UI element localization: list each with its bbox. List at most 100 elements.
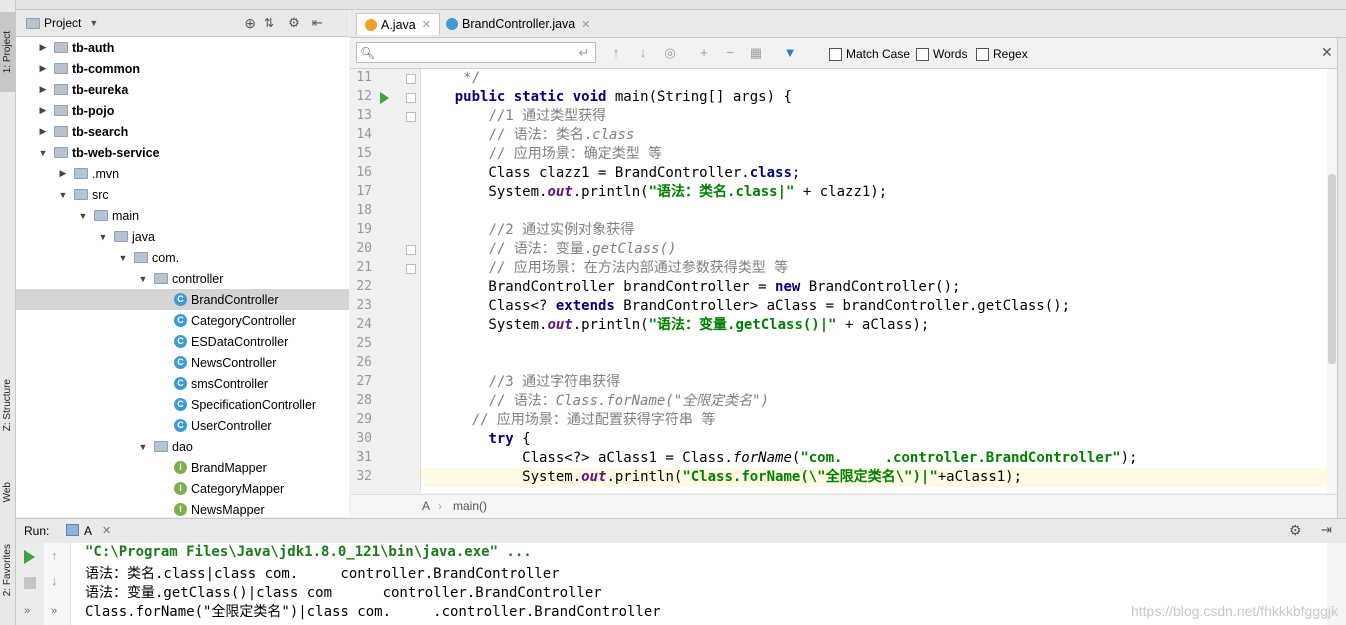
hide-icon[interactable]: ⇤ [312, 15, 323, 31]
fold-marker-icon[interactable] [406, 93, 416, 103]
tree-item[interactable]: CsmsController [16, 373, 349, 394]
next-occurrence-icon[interactable]: ↓ [635, 45, 651, 61]
code-line[interactable]: System.out.println("语法：变量.getClass()|" +… [421, 316, 929, 335]
code-editor[interactable]: */ public static void main(String[] args… [421, 69, 1337, 493]
more-icon[interactable]: » [24, 605, 30, 617]
tab-structure[interactable]: Z: Structure [0, 370, 15, 440]
tree-item[interactable]: ▶ tb-search [16, 121, 349, 142]
run-gutter-icon[interactable] [380, 92, 389, 104]
chevron-down-icon[interactable]: ▼ [138, 442, 148, 452]
fold-marker-icon[interactable] [406, 245, 416, 255]
editor-scrollbar[interactable] [1327, 69, 1337, 493]
close-icon[interactable]: ✕ [422, 18, 431, 31]
tab-favorites[interactable]: 2: Favorites [0, 530, 15, 610]
tree-item[interactable]: ▶ tb-auth [16, 37, 349, 58]
collapse-icon[interactable]: ⇅ [264, 16, 274, 30]
tab-project[interactable]: 1: Project [0, 12, 15, 92]
tree-item[interactable]: C ESDataController [16, 331, 349, 352]
chevron-down-icon[interactable]: ▼ [89, 18, 98, 28]
tree-item[interactable]: I BrandMapper [16, 457, 349, 478]
breadcrumb-class[interactable]: A [422, 499, 430, 513]
code-line[interactable]: // 应用场景：在方法内部通过参数获得类型 等 [421, 259, 788, 278]
chevron-down-icon[interactable]: ▼ [138, 274, 148, 284]
chevron-right-icon[interactable]: ▶ [38, 63, 48, 74]
code-line[interactable]: // 语法：Class.forName("全限定类名") [421, 392, 769, 411]
stop-icon[interactable] [24, 577, 36, 589]
gear-icon[interactable]: ⚙ [1289, 522, 1302, 539]
tree-item[interactable]: C NewsController [16, 352, 349, 373]
regex-checkbox[interactable]: Regex [976, 47, 1028, 61]
tree-item[interactable]: C CategoryController [16, 310, 349, 331]
code-line[interactable]: Class clazz1 = BrandController.class; [421, 164, 800, 183]
code-line[interactable]: System.out.println("语法：类名.class|" + claz… [421, 183, 887, 202]
up-arrow-icon[interactable]: ↑ [51, 548, 58, 563]
target-icon[interactable]: ⊕ [244, 15, 256, 32]
breadcrumb-method[interactable]: main() [453, 499, 487, 513]
fold-marker-icon[interactable] [406, 264, 416, 274]
code-line[interactable]: Class<? extends BrandController> aClass … [421, 297, 1070, 316]
match-case-checkbox[interactable]: Match Case [829, 47, 910, 61]
down-arrow-icon[interactable]: ↓ [51, 573, 58, 588]
tree-item[interactable]: I NewsMapper [16, 499, 349, 517]
fold-marker-icon[interactable] [406, 112, 416, 122]
code-line[interactable]: // 应用场景：通过配置获得字符串 等 [421, 411, 716, 430]
tree-item[interactable]: ▼ java [16, 226, 349, 247]
search-input[interactable] [356, 42, 596, 63]
tree-item[interactable]: C UserController [16, 415, 349, 436]
remove-selection-icon[interactable]: − [722, 45, 738, 61]
find-all-icon[interactable]: ◎ [662, 45, 678, 61]
tree-item[interactable]: C SpecificationController [16, 394, 349, 415]
hide-icon[interactable]: ⇥ [1321, 522, 1332, 538]
filter-icon[interactable]: ▼ [782, 45, 798, 61]
chevron-right-icon[interactable]: ▶ [38, 126, 48, 137]
chevron-right-icon[interactable]: ▶ [38, 105, 48, 116]
scroll-thumb[interactable] [1328, 174, 1336, 364]
words-checkbox[interactable]: Words [916, 47, 967, 61]
fold-marker-icon[interactable] [406, 74, 416, 84]
code-line[interactable]: System.out.println("Class.forName(\"全限定类… [421, 468, 1337, 487]
chevron-down-icon[interactable]: ▼ [118, 253, 128, 263]
tree-item[interactable]: ▼ main [16, 205, 349, 226]
tree-item[interactable]: ▼ com. [16, 247, 349, 268]
tree-item[interactable]: ▼ tb-web-service [16, 142, 349, 163]
project-view-selector[interactable]: Project [44, 16, 81, 30]
tab-a-java[interactable]: A.java ✕ [356, 13, 440, 35]
code-line[interactable]: //1 通过类型获得 [421, 107, 606, 126]
close-find-icon[interactable]: ✕ [1321, 44, 1333, 61]
close-icon[interactable]: ✕ [102, 524, 111, 537]
select-all-icon[interactable]: ▦ [748, 45, 764, 61]
code-line[interactable]: // 语法：类名.class [421, 126, 634, 145]
chevron-right-icon[interactable]: ▶ [38, 42, 48, 53]
tree-item[interactable]: I CategoryMapper [16, 478, 349, 499]
tab-web[interactable]: Web [0, 470, 15, 514]
code-line[interactable]: //2 通过实例对象获得 [421, 221, 634, 240]
tree-item[interactable]: C BrandController [16, 289, 349, 310]
run-config-tab[interactable]: A [84, 524, 92, 538]
add-selection-icon[interactable]: + [696, 45, 712, 61]
tree-item[interactable]: ▶ tb-eureka [16, 79, 349, 100]
tree-item[interactable]: ▼ dao [16, 436, 349, 457]
chevron-down-icon[interactable]: ▼ [98, 232, 108, 242]
chevron-down-icon[interactable]: ▼ [38, 148, 48, 158]
more-icon[interactable]: » [51, 605, 57, 617]
code-line[interactable]: // 应用场景：确定类型 等 [421, 145, 662, 164]
search-icon[interactable]: 🔍︎ [360, 46, 375, 60]
code-line[interactable]: BrandController brandController = new Br… [421, 278, 960, 297]
close-icon[interactable]: ✕ [581, 18, 590, 31]
code-line[interactable]: // 语法：变量.getClass() [421, 240, 676, 259]
rerun-icon[interactable] [24, 550, 35, 564]
code-line[interactable]: public static void main(String[] args) { [421, 88, 792, 107]
tree-item[interactable]: ▶ tb-pojo [16, 100, 349, 121]
tree-item[interactable]: ▶ .mvn [16, 163, 349, 184]
tab-brandcontroller-java[interactable]: BrandController.java ✕ [438, 13, 598, 35]
code-line[interactable]: */ [421, 69, 480, 88]
code-line[interactable]: //3 通过字符串获得 [421, 373, 620, 392]
chevron-down-icon[interactable]: ▼ [58, 190, 68, 200]
previous-occurrence-icon[interactable]: ↑ [608, 45, 624, 61]
tree-item[interactable]: ▼ src [16, 184, 349, 205]
code-line[interactable]: Class<?> aClass1 = Class.forName("com. .… [421, 449, 1137, 468]
chevron-right-icon[interactable]: ▶ [38, 84, 48, 95]
tree-item[interactable]: ▼ controller [16, 268, 349, 289]
chevron-right-icon[interactable]: ▶ [58, 168, 68, 179]
code-line[interactable]: try { [421, 430, 530, 449]
